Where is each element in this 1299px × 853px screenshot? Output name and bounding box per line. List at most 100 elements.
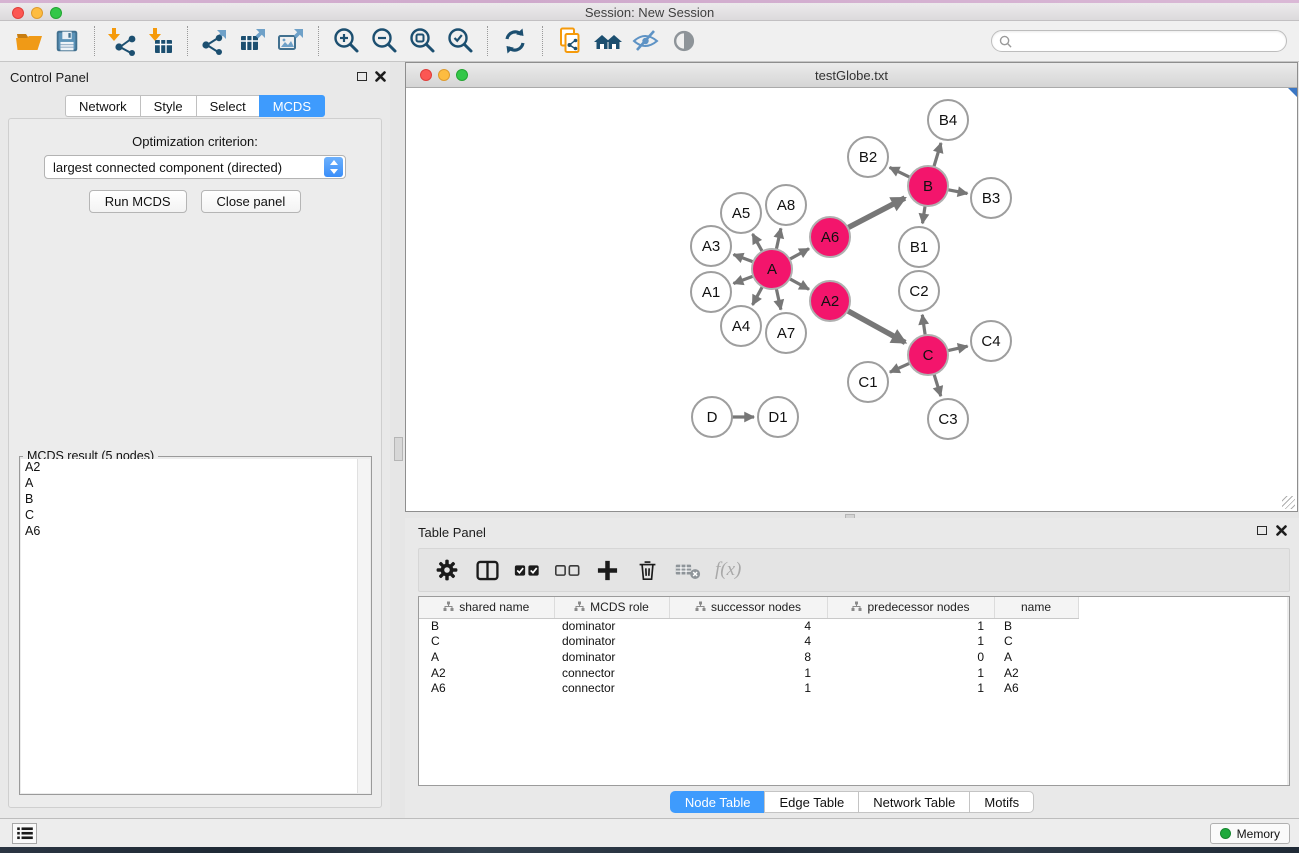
table-cell[interactable]: A6 [994,680,1078,696]
edge-B-B2[interactable] [890,167,910,177]
table-cell[interactable]: 8 [669,649,827,665]
column-header-name[interactable]: name [994,597,1078,618]
hide-graphics-details-button[interactable] [627,24,665,58]
tab-select[interactable]: Select [196,95,259,117]
zoom-selected-button[interactable] [441,24,479,58]
edge-A-A2[interactable] [790,279,810,290]
table-cell[interactable]: 4 [669,618,827,634]
open-file-button[interactable] [10,24,48,58]
table-cell[interactable]: A6 [419,680,554,696]
mcds-result-list[interactable]: A2ABCA6 [21,459,370,793]
node-A5[interactable]: A5 [721,193,761,233]
export-table-button[interactable] [234,24,272,58]
node-B3[interactable]: B3 [971,178,1011,218]
window-resize-grip[interactable] [1282,496,1295,509]
edge-C-C2[interactable] [922,315,925,335]
show-column-button[interactable] [469,552,505,588]
tab-node-table[interactable]: Node Table [670,791,765,813]
node-A8[interactable]: A8 [766,185,806,225]
memory-button[interactable]: Memory [1210,823,1290,844]
table-scrollbar-track[interactable] [1287,597,1289,785]
mcds-result-item[interactable]: B [21,491,370,507]
mcds-result-item[interactable]: A6 [21,523,370,539]
run-mcds-button[interactable]: Run MCDS [89,190,187,213]
mcds-result-item[interactable]: A [21,475,370,491]
import-network-button[interactable] [103,24,141,58]
node-C1[interactable]: C1 [848,362,888,402]
float-panel-icon[interactable] [357,72,367,81]
table-cell[interactable]: dominator [554,634,669,650]
close-panel-icon[interactable] [375,71,386,82]
node-A3[interactable]: A3 [691,226,731,266]
close-panel-button[interactable]: Close panel [201,190,302,213]
table-row[interactable]: A2connector11A2 [419,665,1289,681]
node-B2[interactable]: B2 [848,137,888,177]
node-D[interactable]: D [692,397,732,437]
column-header-predecessor-nodes[interactable]: predecessor nodes [827,597,994,618]
edge-A2-C[interactable] [848,311,906,343]
network-window-titlebar[interactable]: testGlobe.txt [406,63,1297,88]
table-cell[interactable]: A2 [994,665,1078,681]
node-A1[interactable]: A1 [691,272,731,312]
search-field[interactable] [991,30,1287,52]
edge-A-A5[interactable] [753,234,763,252]
node-A4[interactable]: A4 [721,306,761,346]
network-graph[interactable]: B4B2BB3A8A5A6A3B1AC2A1A2A4A7C4CC1DD1C3 [406,88,1297,511]
table-cell[interactable]: dominator [554,618,669,634]
node-B[interactable]: B [908,166,948,206]
deselect-all-button[interactable] [549,552,585,588]
float-table-panel-icon[interactable] [1257,526,1267,535]
add-column-button[interactable] [589,552,625,588]
table-cell[interactable]: 1 [827,665,994,681]
import-table-button[interactable] [141,24,179,58]
node-B4[interactable]: B4 [928,100,968,140]
table-cell[interactable]: A2 [419,665,554,681]
table-cell[interactable]: C [419,634,554,650]
table-row[interactable]: Cdominator41C [419,634,1289,650]
edge-B-B3[interactable] [948,190,968,194]
edge-A6-B[interactable] [848,198,905,228]
edge-B-B4[interactable] [934,143,941,167]
criterion-dropdown[interactable]: largest connected component (directed) [44,155,346,179]
table-settings-button[interactable] [429,552,465,588]
table-cell[interactable]: 1 [827,634,994,650]
node-C[interactable]: C [908,335,948,375]
edge-A-A4[interactable] [753,287,763,305]
table-cell[interactable]: 1 [669,665,827,681]
mcds-result-item[interactable]: C [21,507,370,523]
table-cell[interactable]: A [419,649,554,665]
node-A7[interactable]: A7 [766,313,806,353]
export-network-button[interactable] [196,24,234,58]
table-row[interactable]: Bdominator41B [419,618,1289,634]
table-cell[interactable]: B [419,618,554,634]
select-all-button[interactable] [509,552,545,588]
table-cell[interactable]: 0 [827,649,994,665]
table-cell[interactable]: B [994,618,1078,634]
edge-C-C3[interactable] [934,374,941,396]
function-builder-button[interactable]: f(x) [709,552,747,588]
clone-network-button[interactable] [551,24,589,58]
close-table-panel-icon[interactable] [1276,525,1287,536]
network-canvas[interactable]: B4B2BB3A8A5A6A3B1AC2A1A2A4A7C4CC1DD1C3 [406,88,1297,511]
table-row[interactable]: A6connector11A6 [419,680,1289,696]
node-A6[interactable]: A6 [810,217,850,257]
table-cell[interactable]: C [994,634,1078,650]
table-cell[interactable]: 1 [669,680,827,696]
edge-A-A7[interactable] [776,289,781,310]
edge-C-C4[interactable] [948,346,968,351]
table-row[interactable]: Adominator80A [419,649,1289,665]
column-header-shared-name[interactable]: shared name [419,597,554,618]
tab-motifs[interactable]: Motifs [969,791,1034,813]
node-D1[interactable]: D1 [758,397,798,437]
column-header-MCDS-role[interactable]: MCDS role [554,597,669,618]
table-cell[interactable]: connector [554,680,669,696]
edge-A-A3[interactable] [734,255,754,262]
search-input[interactable] [1012,32,1286,50]
export-image-button[interactable] [272,24,310,58]
table-cell[interactable]: connector [554,665,669,681]
zoom-fit-button[interactable] [403,24,441,58]
table-cell[interactable]: 1 [827,680,994,696]
mcds-result-item[interactable]: A2 [21,459,370,475]
delete-table-button[interactable] [669,552,705,588]
table-cell[interactable]: 1 [827,618,994,634]
